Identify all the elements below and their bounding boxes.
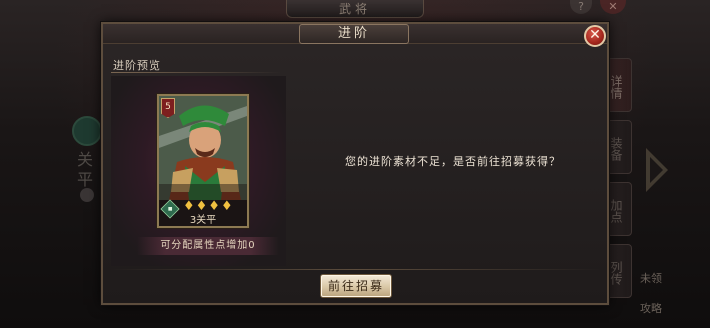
background-title: 武将: [286, 0, 424, 18]
footer-divider: [111, 269, 601, 270]
dialog-header: 进阶: [103, 24, 607, 44]
hero-name: 3关平: [189, 215, 217, 226]
background-hero-name: 关平: [76, 150, 93, 189]
dialog-title: 进阶: [299, 24, 409, 44]
preview-label: 进阶预览: [113, 59, 161, 72]
preview-divider: [111, 72, 281, 73]
background-seal-icon: [72, 116, 102, 146]
advance-dialog: 进阶 ✕ 进阶预览 5 ◆ ♦♦♦♦ 3关平 可分配属性点增加0 您的进阶素材不…: [101, 22, 609, 305]
close-button[interactable]: ✕: [584, 25, 606, 47]
hero-star-rating: ♦♦♦♦: [183, 199, 234, 214]
hero-card: 5 ◆ ♦♦♦♦ 3关平: [157, 94, 249, 228]
insufficient-material-message: 您的进阶素材不足，是否前往招募获得？: [345, 155, 561, 168]
attribute-points-text: 可分配属性点增加0: [137, 237, 279, 255]
background-bottom-label-unclaimed: 未领: [640, 272, 662, 285]
background-help-icon: ?: [570, 0, 592, 14]
background-bottom-label-guide: 攻略: [640, 302, 662, 315]
background-close-icon: ✕: [600, 0, 626, 14]
goto-recruit-button[interactable]: 前往招募: [320, 274, 392, 298]
background-dot-icon: [80, 188, 94, 202]
next-arrow-inner: [650, 157, 663, 183]
